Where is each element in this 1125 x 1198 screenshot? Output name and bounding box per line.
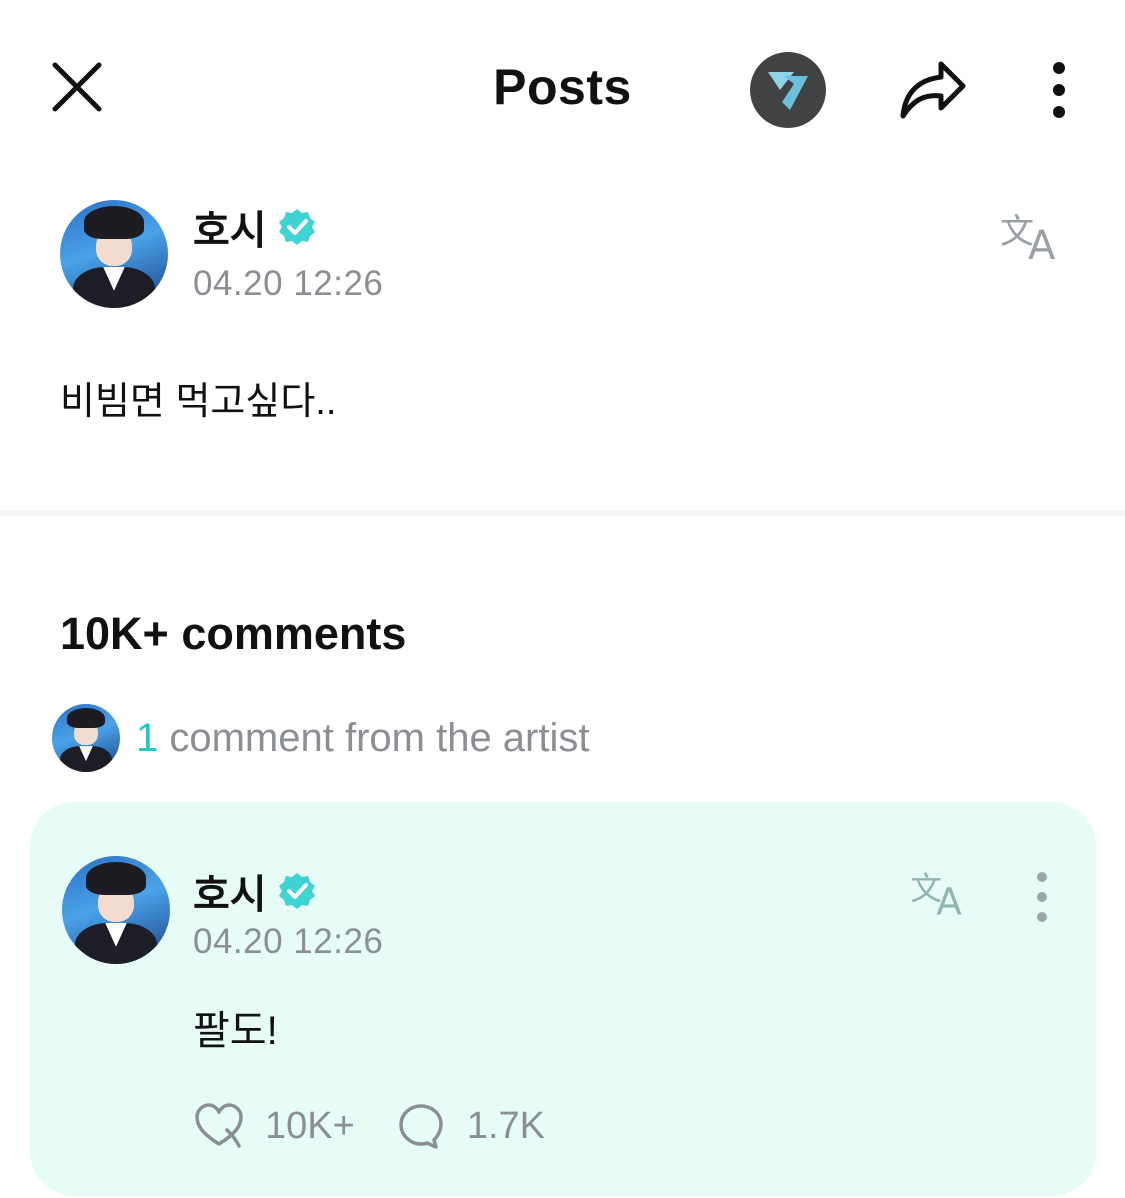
more-vertical-icon (1053, 62, 1065, 118)
verified-badge-icon (278, 209, 315, 245)
svg-text:A: A (1028, 223, 1056, 263)
heart-sticker-icon (195, 1103, 243, 1148)
post-body-text: 비빔면 먹고싶다.. (60, 381, 337, 423)
artist-comments-summary[interactable]: 1 comment from the artist (52, 704, 589, 772)
verified-badge-icon (278, 873, 315, 909)
svg-text:A: A (936, 880, 962, 918)
like-count: 10K+ (265, 1104, 355, 1147)
comments-count-title: 10K+ comments (60, 608, 407, 659)
comment-body-text: 팔도! (193, 1009, 278, 1053)
avatar[interactable] (62, 856, 170, 964)
speech-bubble-icon (399, 1104, 443, 1149)
comment-timestamp: 04.20 12:26 (193, 922, 384, 961)
reply-button[interactable]: 1.7K (395, 1100, 545, 1152)
artist-comment-count: 1 (136, 715, 159, 760)
community-button[interactable] (750, 52, 826, 128)
comment-actions: 10K+ 1.7K (193, 1098, 585, 1154)
author-name-row[interactable]: 호시 (193, 198, 317, 256)
post-detail-page: Posts 호시 04.20 12:26 文 A 비빔면 먹고싶다.. 10K+… (0, 0, 1125, 1198)
share-button[interactable] (893, 52, 973, 128)
author-name: 호시 (193, 209, 267, 253)
translate-icon: 文 A (1000, 212, 1056, 263)
more-vertical-icon (1037, 872, 1047, 922)
artist-comment-label: comment from the artist (158, 715, 590, 760)
comment-translate-button[interactable]: 文 A (906, 864, 976, 920)
comment-more-button[interactable] (1020, 862, 1064, 932)
translate-icon: 文 A (910, 871, 962, 918)
artist-comment-summary-text: 1 comment from the artist (136, 716, 589, 761)
post-timestamp: 04.20 12:26 (193, 264, 384, 303)
avatar (52, 704, 120, 772)
share-icon (900, 61, 966, 119)
top-bar: Posts (0, 0, 1125, 175)
avatar[interactable] (60, 200, 168, 308)
comment-author-name: 호시 (193, 873, 267, 917)
reply-count: 1.7K (466, 1104, 545, 1147)
more-options-button[interactable] (1033, 52, 1085, 128)
like-button[interactable]: 10K+ (193, 1100, 355, 1152)
artist-comment-card: 호시 04.20 12:26 文 A 팔도! 10K+ 1.7K (30, 802, 1096, 1196)
community-logo-icon (768, 72, 808, 110)
comment-author-row[interactable]: 호시 (193, 862, 317, 920)
translate-button[interactable]: 文 A (995, 205, 1071, 265)
section-divider (0, 510, 1125, 516)
